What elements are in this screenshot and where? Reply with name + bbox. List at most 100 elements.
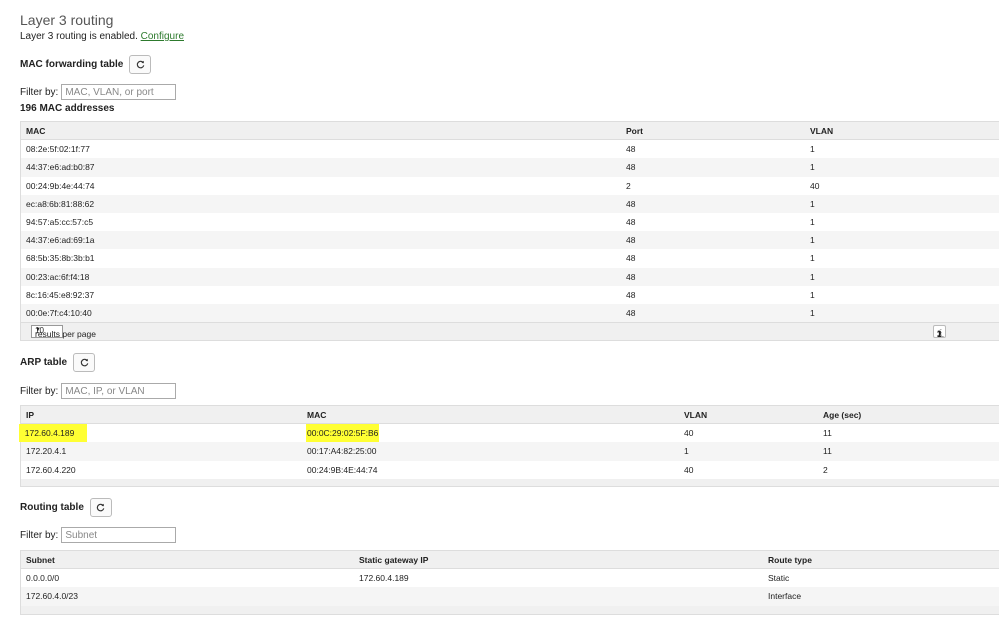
mac-filter-input[interactable] [61, 84, 177, 100]
routing-table-header-row: Subnet Static gateway IP Route type [21, 551, 999, 570]
configure-link[interactable]: Configure [141, 31, 184, 42]
mac-cell: 44:37:e6:ad:69:1a [26, 235, 95, 246]
subnet-cell: 172.60.4.0/23 [26, 591, 78, 602]
ip-cell-highlighted: 172.60.4.189 [19, 424, 88, 443]
arp-filter: Filter by: [20, 383, 177, 399]
vlan-cell: 40 [684, 428, 694, 439]
routing-filter-input[interactable] [61, 527, 177, 543]
port-cell: 48 [626, 162, 636, 173]
table-row: 172.60.4.189 00:0C:29:02:5F:B6 40 11 [19, 424, 999, 443]
port-cell: 48 [626, 271, 636, 282]
table-row: 68:5b:35:8b:3b:b1 48 1 [21, 249, 999, 268]
mac-cell: 08:2e:5f:02:1f:77 [26, 144, 90, 155]
col-header-subnet: Subnet [26, 555, 55, 565]
routing-table-header: Routing table [20, 498, 112, 517]
mac-cell: 00:0C:29:02:5F:B6 [306, 424, 380, 443]
vlan-cell: 1 [810, 198, 815, 209]
routing-table: Subnet Static gateway IP Route type 0.0.… [20, 550, 999, 615]
pagination: < 1 2 3 ... 1 [933, 325, 946, 339]
refresh-icon [97, 503, 105, 512]
age-cell: 11 [823, 428, 832, 439]
arp-refresh-button[interactable] [73, 353, 96, 372]
arp-filter-input[interactable] [61, 383, 177, 399]
mac-count: 196 MAC addresses [20, 103, 115, 114]
mac-table-header: MAC forwarding table [20, 55, 152, 74]
route-type-cell: Static [768, 573, 790, 584]
ip-cell: 172.60.4.220 [26, 464, 76, 475]
page-title: Layer 3 routing [20, 12, 114, 28]
arp-table-header-row: IP MAC VLAN Age (sec) [21, 406, 999, 425]
vlan-cell: 1 [810, 162, 815, 173]
route-type-cell: Interface [768, 591, 802, 602]
port-cell: 48 [626, 307, 636, 318]
col-header-vlan: VLAN [684, 410, 708, 420]
mac-cell: 68:5b:35:8b:3b:b1 [26, 253, 95, 264]
port-cell: 48 [626, 235, 636, 246]
mac-cell: 00:23:ac:6f:f4:18 [26, 271, 90, 282]
arp-filter-label: Filter by: [20, 385, 59, 397]
col-header-port: Port [626, 126, 643, 136]
mac-table-footer: 10 ▼ results per page < 1 2 3 ... 1 [21, 322, 999, 341]
routing-table-title: Routing table [20, 502, 84, 513]
port-cell: 48 [626, 289, 636, 300]
refresh-icon [80, 358, 88, 367]
table-row: 08:2e:5f:02:1f:77 48 1 [21, 140, 999, 159]
vlan-cell: 1 [684, 446, 689, 457]
table-row: 172.60.4.0/23 Interface [21, 587, 999, 606]
col-header-mac: MAC [307, 410, 327, 420]
table-row: 00:24:9b:4e:44:74 2 40 [21, 176, 999, 195]
port-cell: 48 [626, 198, 636, 209]
routing-refresh-button[interactable] [89, 498, 112, 517]
vlan-cell: 1 [810, 216, 815, 227]
mac-cell: 00:24:9B:4E:44:74 [307, 464, 378, 475]
vlan-cell: 1 [810, 235, 815, 246]
vlan-cell: 1 [810, 307, 815, 318]
routing-status: Layer 3 routing is enabled. Configure [20, 31, 184, 42]
vlan-cell: 1 [810, 253, 815, 264]
table-row: 44:37:e6:ad:b0:87 48 1 [21, 158, 999, 177]
mac-filter-label: Filter by: [20, 86, 59, 98]
port-cell: 2 [626, 180, 631, 191]
arp-table: IP MAC VLAN Age (sec) 172.60.4.189 00:0C… [19, 405, 999, 487]
port-cell: 48 [626, 144, 636, 155]
table-row: 8c:16:45:e8:92:37 48 1 [21, 285, 999, 304]
refresh-icon [136, 60, 145, 69]
table-row: 0.0.0.0/0 172.60.4.189 Static [21, 569, 999, 588]
mac-cell: 00:24:9b:4e:44:74 [26, 180, 95, 191]
routing-filter: Filter by: [20, 527, 177, 543]
mac-cell: 44:37:e6:ad:b0:87 [26, 162, 95, 173]
col-header-route-type: Route type [768, 555, 812, 565]
page-size-label: results per page [35, 329, 96, 340]
mac-filter: Filter by: [20, 84, 177, 100]
page-size-control: 10 ▼ results per page [31, 325, 96, 339]
age-cell: 11 [823, 446, 832, 457]
mac-cell: 94:57:a5:cc:57:c5 [26, 216, 94, 227]
vlan-cell: 1 [810, 271, 815, 282]
ip-cell: 172.20.4.1 [26, 446, 67, 457]
table-row: 44:37:e6:ad:69:1a 48 1 [21, 231, 999, 250]
port-cell: 48 [626, 216, 636, 227]
mac-refresh-button[interactable] [129, 55, 152, 74]
table-row: 172.20.4.1 00:17:A4:82:25:00 1 11 [21, 442, 999, 461]
table-row: 00:23:ac:6f:f4:18 48 1 [21, 267, 999, 286]
table-row: ec:a8:6b:81:88:62 48 1 [21, 194, 999, 213]
col-header-vlan: VLAN [810, 126, 834, 136]
vlan-cell: 1 [810, 289, 815, 300]
col-header-ip: IP [26, 410, 35, 420]
vlan-cell: 40 [684, 464, 694, 475]
routing-status-text: Layer 3 routing is enabled. [20, 31, 138, 42]
col-header-age: Age (sec) [823, 410, 862, 420]
table-row: 94:57:a5:cc:57:c5 48 1 [21, 212, 999, 232]
mac-table-header-row: MAC Port VLAN [21, 122, 999, 141]
mac-cell: 00:0e:7f:c4:10:40 [26, 307, 92, 318]
mac-table: MAC Port VLAN 08:2e:5f:02:1f:77 48 1 44:37… [20, 121, 999, 342]
mac-table-title: MAC forwarding table [20, 59, 124, 70]
routing-filter-label: Filter by: [20, 529, 59, 541]
ip-cell: 172.60.4.189 [24, 428, 75, 439]
vlan-cell: 40 [810, 180, 820, 191]
table-row: 00:0e:7f:c4:10:40 48 1 [21, 303, 999, 323]
mac-cell: 00:17:A4:82:25:00 [307, 446, 377, 457]
subnet-cell: 0.0.0.0/0 [26, 573, 60, 584]
last-page-link[interactable]: 1 [937, 325, 942, 343]
table-row: 172.60.4.220 00:24:9B:4E:44:74 40 2 [21, 460, 999, 479]
